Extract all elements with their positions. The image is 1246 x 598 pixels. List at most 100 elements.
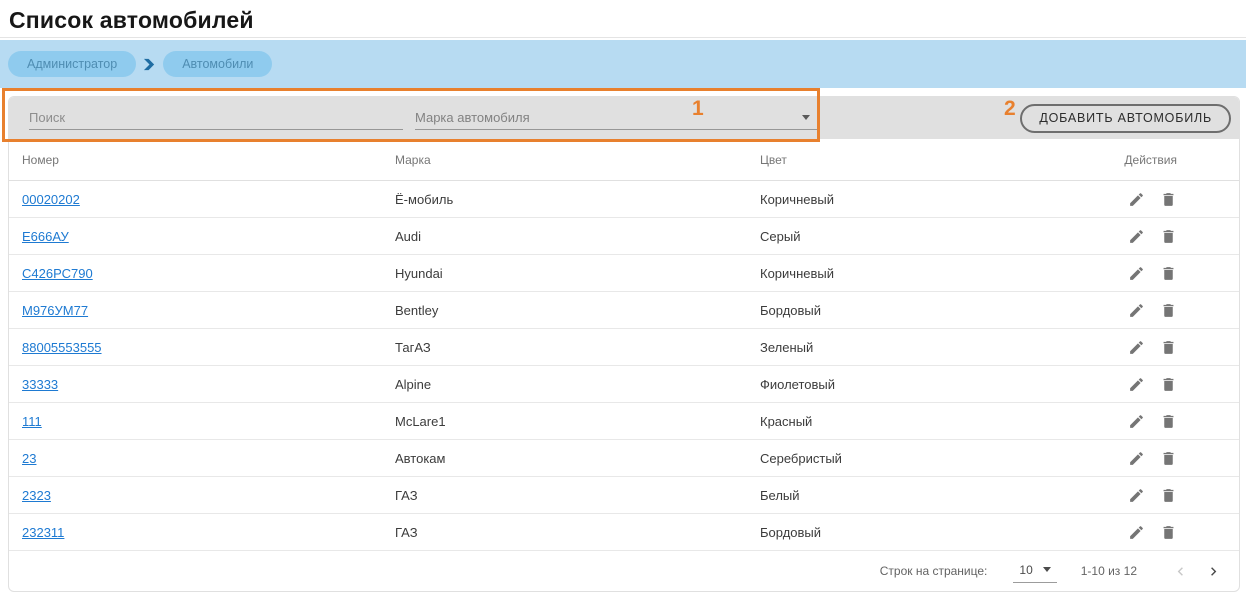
rows-per-page-value: 10 xyxy=(1019,562,1033,577)
cell-number: Е666АУ xyxy=(22,229,395,244)
chevron-left-icon xyxy=(1172,563,1189,580)
add-car-button[interactable]: ДОБАВИТЬ АВТОМОБИЛЬ xyxy=(1020,103,1231,133)
column-header-actions: Действия xyxy=(1124,152,1177,167)
edit-button[interactable] xyxy=(1127,375,1145,393)
breadcrumb-item-label: Администратор xyxy=(27,57,118,71)
page-title: Список автомобилей xyxy=(9,7,254,33)
edit-button[interactable] xyxy=(1127,338,1145,356)
car-number-link[interactable]: 88005553555 xyxy=(22,340,102,355)
car-number-link[interactable]: Е666АУ xyxy=(22,229,69,244)
trash-delete-icon xyxy=(1160,524,1177,541)
edit-button[interactable] xyxy=(1127,264,1145,282)
edit-button[interactable] xyxy=(1127,301,1145,319)
delete-button[interactable] xyxy=(1159,449,1177,467)
column-header-number: Номер xyxy=(22,152,59,167)
cell-brand: Bentley xyxy=(395,302,439,318)
delete-button[interactable] xyxy=(1159,486,1177,504)
cell-brand: Ё-мобиль xyxy=(395,191,454,207)
cell-number: 23 xyxy=(22,451,395,466)
filter-toolbar: Марка автомобиля ДОБАВИТЬ АВТОМОБИЛЬ xyxy=(9,97,1239,139)
cell-number: 88005553555 xyxy=(22,340,395,355)
pencil-edit-icon xyxy=(1128,450,1145,467)
table-row: Е666АУ Audi Серый xyxy=(9,218,1239,255)
delete-button[interactable] xyxy=(1159,338,1177,356)
table-row: 88005553555 ТагАЗ Зеленый xyxy=(9,329,1239,366)
rows-per-page-select[interactable]: 10 xyxy=(1013,560,1057,583)
cell-number: 33333 xyxy=(22,377,395,392)
pencil-edit-icon xyxy=(1128,339,1145,356)
car-number-link[interactable]: 2323 xyxy=(22,488,51,503)
pagination-bar: Строк на странице: 10 1-10 из 12 xyxy=(9,551,1239,591)
previous-page-button[interactable] xyxy=(1167,558,1193,584)
edit-button[interactable] xyxy=(1127,412,1145,430)
edit-button[interactable] xyxy=(1127,523,1145,541)
pagination-range: 1-10 из 12 xyxy=(1080,564,1137,578)
delete-button[interactable] xyxy=(1159,264,1177,282)
car-number-link[interactable]: 23 xyxy=(22,451,36,466)
next-page-button[interactable] xyxy=(1193,558,1219,584)
brand-select-placeholder: Марка автомобиля xyxy=(415,109,530,125)
delete-button[interactable] xyxy=(1159,227,1177,245)
cell-actions xyxy=(1089,227,1239,245)
car-number-link[interactable]: 232311 xyxy=(22,525,64,540)
cell-number: 2323 xyxy=(22,488,395,503)
car-number-link[interactable]: 111 xyxy=(22,414,42,429)
chevron-right-icon xyxy=(1191,563,1222,580)
cell-number: М976УМ77 xyxy=(22,303,395,318)
car-number-link[interactable]: С426РС790 xyxy=(22,266,93,281)
cell-number: 00020202 xyxy=(22,192,395,207)
cell-brand: ГАЗ xyxy=(395,487,418,503)
table-header-row: Номер Марка Цвет Действия xyxy=(9,139,1239,181)
edit-button[interactable] xyxy=(1127,449,1145,467)
cell-actions xyxy=(1089,338,1239,356)
edit-button[interactable] xyxy=(1127,486,1145,504)
table-row: 23 Автокам Серебристый xyxy=(9,440,1239,477)
cell-color: Зеленый xyxy=(760,339,814,355)
delete-button[interactable] xyxy=(1159,523,1177,541)
car-number-link[interactable]: 00020202 xyxy=(22,192,80,207)
delete-button[interactable] xyxy=(1159,301,1177,319)
breadcrumb-item-administrator[interactable]: Администратор xyxy=(8,51,137,77)
chevron-down-icon xyxy=(802,114,810,120)
cell-brand: Alpine xyxy=(395,376,432,392)
table-row: 111 McLare1 Красный xyxy=(9,403,1239,440)
cell-actions xyxy=(1089,412,1239,430)
brand-select[interactable]: Марка автомобиля xyxy=(415,107,818,130)
pencil-edit-icon xyxy=(1128,413,1145,430)
edit-button[interactable] xyxy=(1127,190,1145,208)
trash-delete-icon xyxy=(1160,413,1177,430)
trash-delete-icon xyxy=(1160,450,1177,467)
cell-brand: Автокам xyxy=(395,450,446,466)
column-header-brand: Марка xyxy=(395,152,431,167)
cell-actions xyxy=(1089,375,1239,393)
breadcrumb-item-cars[interactable]: Автомобили xyxy=(163,51,273,77)
table-row: С426РС790 Hyundai Коричневый xyxy=(9,255,1239,292)
delete-button[interactable] xyxy=(1159,190,1177,208)
delete-button[interactable] xyxy=(1159,412,1177,430)
table-body: 00020202 Ё-мобиль Коричневый Е666АУ Audi… xyxy=(9,181,1239,551)
search-input[interactable] xyxy=(29,106,403,130)
trash-delete-icon xyxy=(1160,376,1177,393)
car-number-link[interactable]: М976УМ77 xyxy=(22,303,88,318)
car-number-link[interactable]: 33333 xyxy=(22,377,58,392)
trash-delete-icon xyxy=(1160,487,1177,504)
rows-per-page-label: Строк на странице: xyxy=(879,564,988,578)
cell-color: Серый xyxy=(760,228,801,244)
cell-color: Фиолетовый xyxy=(760,376,836,392)
edit-button[interactable] xyxy=(1127,227,1145,245)
cell-color: Бордовый xyxy=(760,302,822,318)
cell-actions xyxy=(1089,264,1239,282)
pencil-edit-icon xyxy=(1128,524,1145,541)
pencil-edit-icon xyxy=(1128,265,1145,282)
pencil-edit-icon xyxy=(1128,302,1145,319)
delete-button[interactable] xyxy=(1159,375,1177,393)
page-header: Список автомобилей xyxy=(0,0,1246,38)
table-row: М976УМ77 Bentley Бордовый xyxy=(9,292,1239,329)
table-row: 33333 Alpine Фиолетовый xyxy=(9,366,1239,403)
cell-number: С426РС790 xyxy=(22,266,395,281)
cell-number: 111 xyxy=(22,414,395,429)
cell-brand: McLare1 xyxy=(395,413,446,429)
breadcrumb: Администратор Автомобили xyxy=(0,40,1246,88)
cell-color: Коричневый xyxy=(760,265,834,281)
table-row: 232311 ГАЗ Бордовый xyxy=(9,514,1239,551)
